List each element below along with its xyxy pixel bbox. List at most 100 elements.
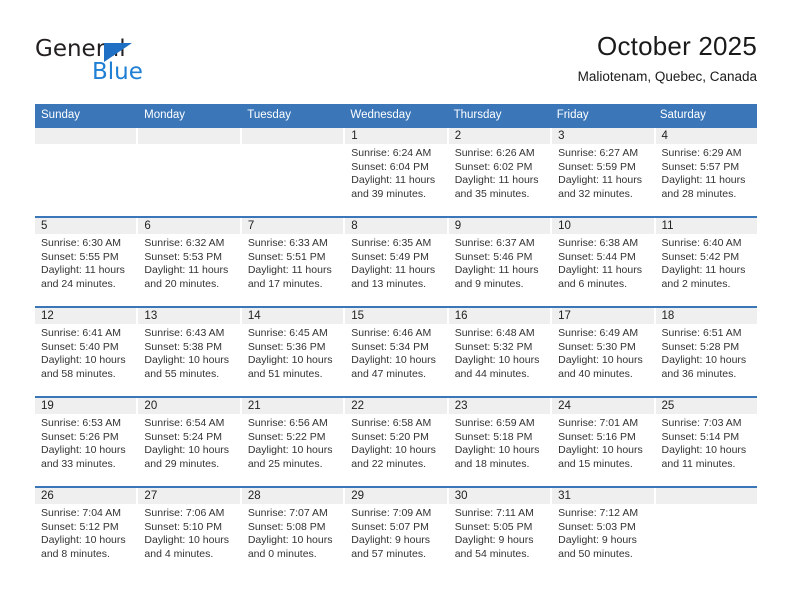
day-number[interactable]: 29 xyxy=(345,488,449,504)
day-number[interactable]: 1 xyxy=(345,128,449,144)
day-number[interactable]: 13 xyxy=(138,308,242,324)
day-number[interactable]: 16 xyxy=(448,308,553,324)
day-number[interactable]: 20 xyxy=(138,398,242,414)
sunset-text: Sunset: 6:04 PM xyxy=(351,160,429,173)
day-number[interactable]: 10 xyxy=(552,218,656,234)
logo-word-blue: Blue xyxy=(92,59,143,85)
day-number[interactable]: 22 xyxy=(345,398,449,414)
sunrise-text: Sunrise: 6:58 AM xyxy=(351,417,432,429)
sunrise-text: Sunrise: 6:41 AM xyxy=(41,327,121,339)
daylight-text: Daylight: 10 hours and 58 minutes. xyxy=(41,354,126,380)
day-number[interactable]: 2 xyxy=(448,128,553,144)
day-cell: Sunrise: 7:11 AM Sunset: 5:05 PM Dayligh… xyxy=(448,504,553,576)
day-cell: Sunrise: 6:35 AM Sunset: 5:49 PM Dayligh… xyxy=(345,234,449,306)
title-block: October 2025 Maliotenam, Quebec, Canada xyxy=(578,30,757,87)
day-number[interactable]: 18 xyxy=(655,308,757,324)
day-number[interactable]: 6 xyxy=(138,218,242,234)
sunset-text: Sunset: 5:07 PM xyxy=(351,520,429,533)
sunrise-text: Sunrise: 6:35 AM xyxy=(351,237,432,249)
day-cell: Sunrise: 6:56 AM Sunset: 5:22 PM Dayligh… xyxy=(241,414,346,486)
day-number[interactable]: 8 xyxy=(345,218,449,234)
day-number[interactable]: 27 xyxy=(138,488,242,504)
day-number[interactable]: 31 xyxy=(552,488,656,504)
day-number[interactable]: 5 xyxy=(35,218,139,234)
day-cell: Sunrise: 6:24 AM Sunset: 6:04 PM Dayligh… xyxy=(345,144,449,216)
day-cell: Sunrise: 7:04 AM Sunset: 5:12 PM Dayligh… xyxy=(35,504,139,576)
day-cell: Sunrise: 6:49 AM Sunset: 5:30 PM Dayligh… xyxy=(552,324,656,396)
sunrise-text: Sunrise: 7:07 AM xyxy=(247,507,328,519)
day-number[interactable]: 28 xyxy=(241,488,346,504)
daylight-text: Daylight: 11 hours and 32 minutes. xyxy=(558,174,642,200)
week-date-band: 12 13 14 15 16 17 18 xyxy=(35,308,757,324)
sunset-text: Sunset: 5:53 PM xyxy=(144,250,223,263)
sunset-text: Sunset: 5:26 PM xyxy=(41,430,119,443)
sunset-text: Sunset: 5:30 PM xyxy=(558,340,636,353)
sunrise-text: Sunrise: 6:33 AM xyxy=(247,237,328,249)
day-number[interactable]: 14 xyxy=(241,308,346,324)
day-number[interactable]: 21 xyxy=(241,398,346,414)
day-number[interactable]: 12 xyxy=(35,308,139,324)
weekday-header-wednesday: Wednesday xyxy=(350,109,411,121)
day-number[interactable]: 11 xyxy=(655,218,757,234)
week-info-band: Sunrise: 6:24 AM Sunset: 6:04 PM Dayligh… xyxy=(35,144,757,216)
day-number[interactable]: 23 xyxy=(448,398,553,414)
sunset-text: Sunset: 5:46 PM xyxy=(454,250,533,263)
day-number xyxy=(241,128,346,144)
weekday-header-tuesday: Tuesday xyxy=(247,109,291,121)
sunrise-text: Sunrise: 7:04 AM xyxy=(41,507,121,519)
day-cell: Sunrise: 6:41 AM Sunset: 5:40 PM Dayligh… xyxy=(35,324,139,396)
day-number[interactable]: 17 xyxy=(552,308,656,324)
day-number[interactable]: 4 xyxy=(655,128,757,144)
sunset-text: Sunset: 5:14 PM xyxy=(661,430,740,443)
weekday-header-thursday: Thursday xyxy=(453,109,502,121)
sunrise-text: Sunrise: 6:49 AM xyxy=(558,327,639,339)
daylight-text: Daylight: 10 hours and 11 minutes. xyxy=(661,444,747,470)
day-cell: Sunrise: 7:01 AM Sunset: 5:16 PM Dayligh… xyxy=(552,414,656,486)
sunrise-text: Sunrise: 6:32 AM xyxy=(144,237,225,249)
day-number[interactable]: 26 xyxy=(35,488,139,504)
weekday-header-sunday: Sunday xyxy=(41,109,81,121)
sunset-text: Sunset: 5:18 PM xyxy=(454,430,533,443)
day-number[interactable]: 30 xyxy=(448,488,553,504)
day-cell: Sunrise: 6:26 AM Sunset: 6:02 PM Dayligh… xyxy=(448,144,553,216)
day-cell: Sunrise: 6:38 AM Sunset: 5:44 PM Dayligh… xyxy=(552,234,656,306)
day-cell: Sunrise: 6:58 AM Sunset: 5:20 PM Dayligh… xyxy=(345,414,449,486)
sunset-text: Sunset: 5:05 PM xyxy=(454,520,533,533)
sunset-text: Sunset: 5:16 PM xyxy=(558,430,636,443)
day-cell: Sunrise: 6:48 AM Sunset: 5:32 PM Dayligh… xyxy=(448,324,553,396)
sunset-text: Sunset: 5:44 PM xyxy=(558,250,636,263)
daylight-text: Daylight: 10 hours and 47 minutes. xyxy=(351,354,436,380)
week-info-band: Sunrise: 6:41 AM Sunset: 5:40 PM Dayligh… xyxy=(35,324,757,396)
daylight-text: Daylight: 9 hours and 54 minutes. xyxy=(454,534,534,560)
daylight-text: Daylight: 11 hours and 17 minutes. xyxy=(247,264,332,290)
sunrise-text: Sunrise: 6:45 AM xyxy=(247,327,328,339)
day-number[interactable]: 9 xyxy=(448,218,553,234)
week-date-band: 26 27 28 29 30 31 xyxy=(35,488,757,504)
sunrise-text: Sunrise: 6:56 AM xyxy=(247,417,328,429)
day-number[interactable]: 19 xyxy=(35,398,139,414)
day-cell xyxy=(138,144,242,216)
daylight-text: Daylight: 10 hours and 40 minutes. xyxy=(558,354,643,380)
calendar-week-row: 19 20 21 22 23 24 25 Sunrise: 6:53 AM Su… xyxy=(35,396,757,486)
day-number[interactable]: 15 xyxy=(345,308,449,324)
sunrise-text: Sunrise: 6:54 AM xyxy=(144,417,225,429)
day-cell: Sunrise: 6:43 AM Sunset: 5:38 PM Dayligh… xyxy=(138,324,242,396)
sunrise-text: Sunrise: 6:29 AM xyxy=(661,147,742,159)
day-number[interactable]: 3 xyxy=(552,128,656,144)
day-number[interactable]: 7 xyxy=(241,218,346,234)
daylight-text: Daylight: 11 hours and 9 minutes. xyxy=(454,264,539,290)
day-cell xyxy=(655,504,757,576)
day-number[interactable]: 24 xyxy=(552,398,656,414)
sunset-text: Sunset: 5:24 PM xyxy=(144,430,223,443)
calendar-week-row: 12 13 14 15 16 17 18 Sunrise: 6:41 AM Su… xyxy=(35,306,757,396)
calendar-page: General Blue October 2025 Maliotenam, Qu… xyxy=(0,0,792,612)
sunset-text: Sunset: 5:59 PM xyxy=(558,160,636,173)
sunrise-text: Sunrise: 6:51 AM xyxy=(661,327,742,339)
sunrise-text: Sunrise: 7:09 AM xyxy=(351,507,432,519)
sunset-text: Sunset: 5:12 PM xyxy=(41,520,119,533)
day-number[interactable]: 25 xyxy=(655,398,757,414)
calendar-grid: Sunday Monday Tuesday Wednesday Thursday… xyxy=(35,104,757,576)
general-blue-logo[interactable]: General Blue xyxy=(35,36,235,88)
calendar-week-row: 1 2 3 4 Sunrise: 6:24 AM Sunset: 6:04 PM… xyxy=(35,126,757,216)
page-header: General Blue October 2025 Maliotenam, Qu… xyxy=(0,0,792,104)
